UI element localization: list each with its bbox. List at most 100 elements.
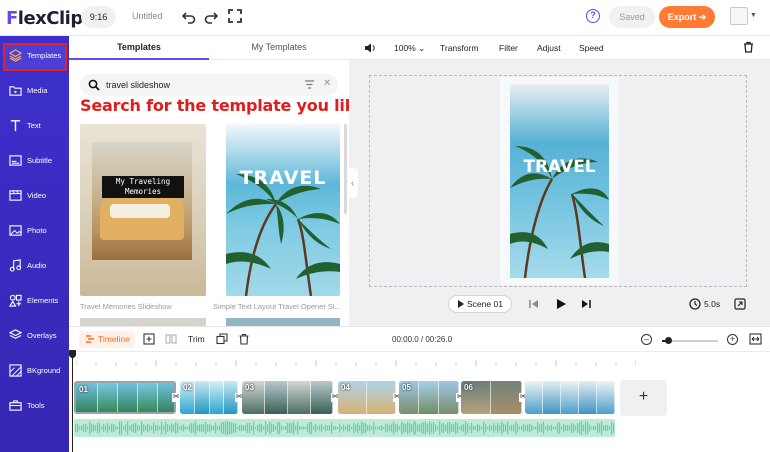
tab-my-templates[interactable]: My Templates [209,36,349,60]
skip-forward-icon[interactable] [580,298,592,310]
redo-icon[interactable] [203,8,219,24]
trim-button[interactable]: Trim [188,334,205,344]
clip-01[interactable]: 01 [74,381,176,414]
waveform-bar [447,422,449,434]
waveform-bar [413,421,415,435]
add-clip-button[interactable]: + [620,380,667,416]
search-input[interactable]: travel slideshow ✕ [80,74,338,96]
audio-track[interactable] [74,419,615,437]
play-scene-button[interactable]: Scene 01 [448,295,512,313]
zoom-in-icon[interactable]: + [727,334,738,345]
volume-icon[interactable] [364,42,376,54]
waveform-bar [527,424,529,432]
waveform-bar [109,426,111,430]
waveform-bar [501,421,503,435]
clip-07[interactable] [525,381,615,414]
template-card-travel-memories[interactable]: My Traveling Memories [80,124,206,296]
saved-button[interactable]: Saved [609,6,655,28]
collapse-panel-button[interactable]: ‹ [347,168,358,198]
sidebar-item-templates[interactable]: Templates [0,39,69,73]
timeline-toggle-button[interactable]: Timeline [79,331,135,348]
clip-03[interactable]: 03 [242,381,333,414]
trash-icon[interactable] [743,41,754,53]
speed-button[interactable]: Speed [579,43,604,53]
clip-number: 05 [402,383,411,392]
sidebar-item-photo[interactable]: Photo [0,214,69,248]
play-icon[interactable] [555,298,567,310]
aspect-ratio-button[interactable]: 9:16 [81,6,116,28]
split-icon[interactable] [165,333,177,345]
sidebar-item-elements[interactable]: Elements [0,284,69,318]
undo-icon[interactable] [181,8,197,24]
fit-timeline-icon[interactable] [749,333,762,345]
template-card-travel-opener[interactable]: TRAVEL [226,124,340,296]
clear-search-icon[interactable]: ✕ [323,78,331,89]
fullscreen-preview-icon[interactable] [734,298,746,310]
sidebar-item-tools[interactable]: Tools [0,389,69,423]
waveform-bar [539,424,541,432]
help-icon[interactable]: ? [586,9,600,23]
playhead[interactable] [72,352,73,452]
waveform-bar [455,421,457,435]
chevron-down-icon[interactable]: ▼ [750,12,757,19]
logo-letter: F [6,8,18,29]
scene-duration[interactable]: 5.0s [704,299,720,309]
sidebar-item-bkground[interactable]: BKground [0,354,69,388]
delete-icon[interactable] [238,333,250,345]
skip-back-icon[interactable] [528,298,540,310]
transition-icon[interactable]: ⋈ [172,393,180,402]
timeline-label: Timeline [98,334,130,344]
avatar[interactable] [730,7,748,25]
waveform-bar [227,421,229,435]
sidebar-item-video[interactable]: Video [0,179,69,213]
zoom-out-icon[interactable]: – [641,334,652,345]
sidebar-item-overlays[interactable]: Overlays [0,319,69,353]
waveform-bar [253,421,255,435]
clip-06[interactable]: 06 [461,381,522,414]
waveform-bar [517,423,519,433]
waveform-bar [319,425,321,431]
add-scene-icon[interactable] [143,333,155,345]
waveform-bar [223,421,225,435]
fullscreen-icon[interactable] [227,8,243,24]
waveform-bar [423,422,425,434]
flexclip-logo[interactable]: FlexClip [6,8,83,29]
waveform-bar [93,424,95,432]
waveform-bar [209,424,211,432]
waveform-bar [411,424,413,432]
clip-02[interactable]: 02 [180,381,238,414]
zoom-select[interactable]: 100% ⌄ [394,43,425,54]
video-preview[interactable]: TRAVEL [510,84,609,278]
waveform-bar [509,425,511,431]
waveform-bar [417,424,419,432]
zoom-slider-handle[interactable] [665,337,672,344]
filter-icon[interactable] [304,79,315,90]
waveform-bar [579,421,581,435]
filter-button[interactable]: Filter [499,43,518,53]
tab-templates[interactable]: Templates [69,36,209,60]
export-button[interactable]: Export ➔ [659,6,715,28]
duplicate-icon[interactable] [216,333,228,345]
waveform-bar [487,426,489,430]
sidebar-item-audio[interactable]: Audio [0,249,69,283]
editor-toolbar: 100% ⌄ Transform Filter Adjust Speed [349,36,770,60]
waveform-bar [309,422,311,434]
sidebar-item-text[interactable]: Text [0,109,69,143]
sidebar-item-media[interactable]: Media [0,74,69,108]
playhead-handle[interactable] [69,350,76,358]
waveform-bar [177,423,179,433]
sidebar-item-subtitle[interactable]: Subtitle [0,144,69,178]
transform-button[interactable]: Transform [440,43,478,53]
clip-05[interactable]: 05 [399,381,459,414]
project-title[interactable]: Untitled [132,11,163,21]
clip-frame [367,381,396,414]
waveform-bar [473,425,475,431]
waveform-bar [553,426,555,430]
waveform-bar [373,421,375,435]
waveform-bar [179,426,181,430]
sidebar-item-label: Tools [27,401,45,410]
clip-04[interactable]: 04 [338,381,396,414]
waveform-bar [397,424,399,432]
adjust-button[interactable]: Adjust [537,43,561,53]
waveform-bar [89,421,91,435]
